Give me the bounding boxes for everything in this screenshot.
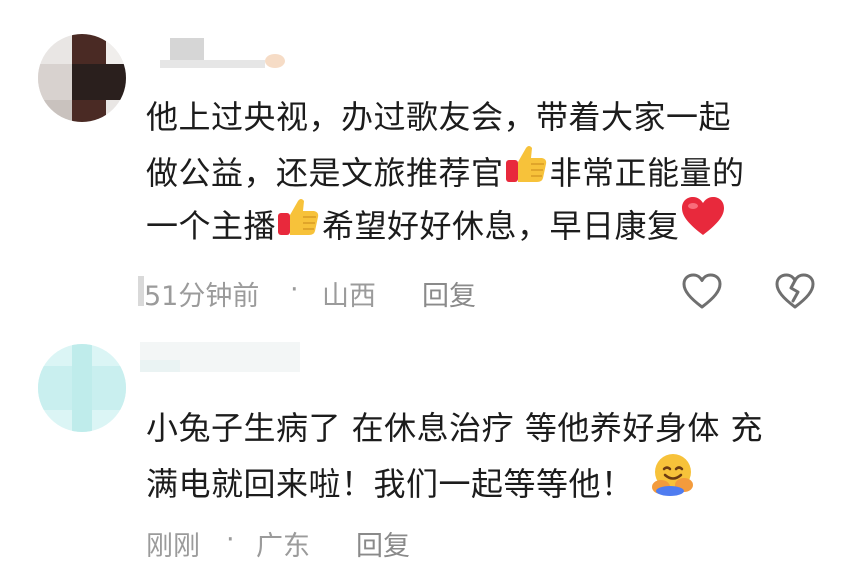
comment-text: 小兔子生病了 在休息治疗 等他养好身体 充 满电就回来啦！我们一起等等他！ (146, 402, 763, 508)
thumbs-up-emoji-icon (276, 193, 322, 255)
reply-button[interactable]: 回复 (356, 524, 410, 563)
comment-line: 一个主播 希望好好休息，早日康复 (146, 197, 745, 250)
comment-text: 他上过央视，办过歌友会，带着大家一起 做公益，还是文旅推荐官 非常正能量的 一个… (146, 91, 745, 250)
separator-dot: · (290, 274, 299, 305)
avatar[interactable] (38, 344, 126, 432)
comment-line: 小兔子生病了 在休息治疗 等他养好身体 充 (146, 409, 764, 447)
comment-meta: 51分钟前 · 山西 回复 (138, 274, 538, 313)
username-blurred[interactable] (140, 342, 310, 372)
timestamp: 刚刚 (146, 531, 200, 562)
reply-button[interactable]: 回复 (422, 274, 476, 313)
location: 广东 (256, 531, 310, 562)
comment-meta: 刚刚 · 广东 回复 (146, 524, 446, 563)
like-heart-icon[interactable] (681, 272, 723, 314)
username-blurred[interactable] (160, 38, 290, 68)
comment-item: 小兔子生病了 在休息治疗 等他养好身体 充 满电就回来啦！我们一起等等他！ 刚刚… (0, 330, 863, 571)
separator-dot: · (226, 524, 235, 555)
thumbs-up-emoji-icon (504, 140, 550, 202)
timestamp: 51分钟前 (144, 281, 260, 312)
comment-line: 他上过央视，办过歌友会，带着大家一起 (146, 98, 732, 136)
avatar[interactable] (38, 34, 126, 122)
hugging-face-emoji-icon (650, 451, 696, 513)
comment-line: 满电就回来啦！我们一起等等他！ (146, 454, 763, 508)
comment-line: 做公益，还是文旅推荐官 非常正能量的 (146, 144, 745, 197)
location: 山西 (322, 281, 376, 312)
red-heart-emoji-icon (680, 195, 726, 253)
dislike-broken-heart-icon[interactable] (774, 272, 816, 314)
comment-item: 他上过央视，办过歌友会，带着大家一起 做公益，还是文旅推荐官 非常正能量的 一个… (0, 0, 863, 330)
